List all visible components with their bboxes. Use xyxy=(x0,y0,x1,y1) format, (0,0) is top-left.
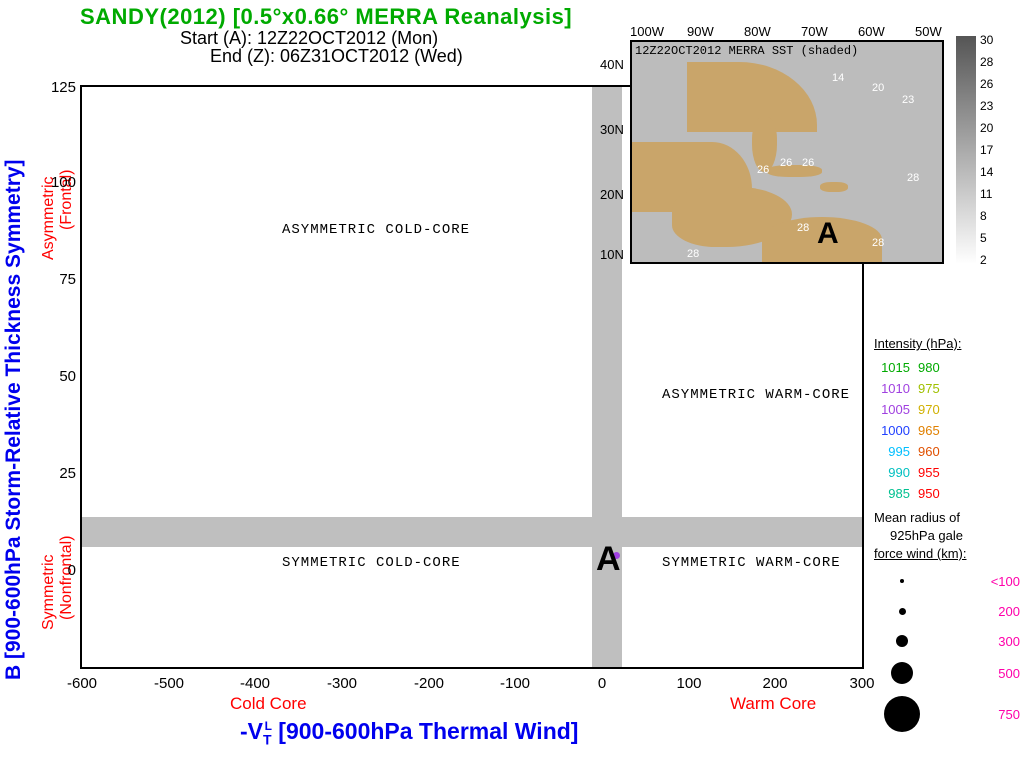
colorbar-tick: 30 xyxy=(980,33,993,47)
inset-lon-tick: 60W xyxy=(858,24,885,39)
sst-contour-label: 28 xyxy=(687,248,699,260)
x-tick: -200 xyxy=(405,675,453,692)
radius-size-row: 500 xyxy=(880,662,1020,684)
sst-contour-label: 20 xyxy=(872,82,884,94)
intensity-row: 1005970 xyxy=(874,399,1014,420)
radius-size-row: 750 xyxy=(880,696,1020,732)
colorbar-tick: 17 xyxy=(980,143,993,157)
vertical-band xyxy=(592,87,622,667)
y-tick: 75 xyxy=(40,271,76,288)
intensity-row: 990955 xyxy=(874,462,1014,483)
inset-marker-a: A xyxy=(817,217,839,251)
quadrant-label-ul: ASYMMETRIC COLD-CORE xyxy=(282,222,470,238)
colorbar-tick: 28 xyxy=(980,55,993,69)
x-tick: 300 xyxy=(838,675,886,692)
y-tick: 25 xyxy=(40,465,76,482)
radius-legend-l2: 925hPa gale xyxy=(890,528,1024,543)
datapoint-a-label: A xyxy=(596,540,621,579)
sst-contour-label: 23 xyxy=(902,94,914,106)
colorbar-tick: 23 xyxy=(980,99,993,113)
intensity-row: 995960 xyxy=(874,441,1014,462)
intensity-row: 1010975 xyxy=(874,378,1014,399)
sst-contour-label: 26 xyxy=(780,157,792,169)
y-axis-label: B [900-600hPa Storm-Relative Thickness S… xyxy=(2,159,26,680)
quadrant-label-ll: SYMMETRIC COLD-CORE xyxy=(282,555,461,571)
colorbar-tick: 14 xyxy=(980,165,993,179)
colorbar-tick: 5 xyxy=(980,231,987,245)
intensity-row: 985950 xyxy=(874,483,1014,504)
x-tick: -100 xyxy=(491,675,539,692)
inset-lon-tick: 80W xyxy=(744,24,771,39)
inset-sst-map: 12Z22OCT2012 MERRA SST (shaded) A 14 20 … xyxy=(630,40,944,264)
inset-lon-tick: 90W xyxy=(687,24,714,39)
x-tick: -400 xyxy=(231,675,279,692)
colorbar-tick: 2 xyxy=(980,253,987,267)
x-tick: -500 xyxy=(145,675,193,692)
inset-lat-tick: 40N xyxy=(600,57,624,72)
colorbar-tick: 26 xyxy=(980,77,993,91)
x-tick: -300 xyxy=(318,675,366,692)
inset-lat-tick: 30N xyxy=(600,122,624,137)
sst-contour-label: 26 xyxy=(802,157,814,169)
colorbar-tick: 8 xyxy=(980,209,987,223)
horizontal-band xyxy=(82,517,862,547)
sst-colorbar xyxy=(956,36,976,264)
sst-contour-label: 28 xyxy=(872,237,884,249)
intensity-legend-header: Intensity (hPa): xyxy=(874,336,1014,351)
colorbar-tick: 20 xyxy=(980,121,993,135)
radius-legend-l3: force wind (km): xyxy=(874,546,1014,561)
inset-land-hi xyxy=(820,182,848,192)
intensity-row: 1015980 xyxy=(874,357,1014,378)
quadrant-label-ur: ASYMMETRIC WARM-CORE xyxy=(662,387,850,403)
quadrant-label-lr: SYMMETRIC WARM-CORE xyxy=(662,555,841,571)
inset-lat-tick: 20N xyxy=(600,187,624,202)
figure-canvas: SANDY(2012) [0.5°x0.66° MERRA Reanalysis… xyxy=(0,0,1024,768)
colorbar-tick: 11 xyxy=(980,187,992,201)
x-axis-cold-label: Cold Core xyxy=(230,694,307,714)
x-tick: 0 xyxy=(578,675,626,692)
y-tick: 125 xyxy=(40,79,76,96)
y-tick: 50 xyxy=(40,368,76,385)
inset-lon-tick: 50W xyxy=(915,24,942,39)
sst-contour-label: 14 xyxy=(832,72,844,84)
inset-lat-tick: 10N xyxy=(600,247,624,262)
x-axis-warm-label: Warm Core xyxy=(730,694,816,714)
y-tick: 0 xyxy=(40,562,76,579)
intensity-legend: Intensity (hPa): 10159801010975100597010… xyxy=(874,336,1014,504)
inset-lon-tick: 70W xyxy=(801,24,828,39)
sst-contour-label: 26 xyxy=(757,164,769,176)
figure-subtitle-end: End (Z): 06Z31OCT2012 (Wed) xyxy=(210,46,463,67)
radius-size-row: 300 xyxy=(880,632,1020,650)
x-tick: 200 xyxy=(751,675,799,692)
radius-legend-l1: Mean radius of xyxy=(874,510,1014,525)
radius-size-row: <100 xyxy=(880,572,1020,590)
inset-lon-tick: 100W xyxy=(630,24,664,39)
x-tick: -600 xyxy=(58,675,106,692)
sst-contour-label: 28 xyxy=(907,172,919,184)
radius-size-row: 200 xyxy=(880,602,1020,620)
x-axis-label: -VTL -V_T^L [900-600hPa Thermal Wind][90… xyxy=(240,718,578,748)
x-tick: 100 xyxy=(665,675,713,692)
sst-contour-label: 28 xyxy=(797,222,809,234)
inset-title: 12Z22OCT2012 MERRA SST (shaded) xyxy=(635,44,858,58)
y-tick: 100 xyxy=(40,174,76,191)
intensity-row: 1000965 xyxy=(874,420,1014,441)
figure-title: SANDY(2012) [0.5°x0.66° MERRA Reanalysis… xyxy=(80,4,572,30)
